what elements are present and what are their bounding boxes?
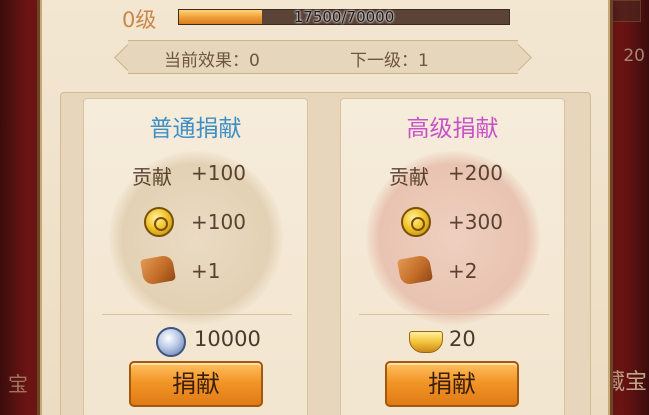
level-progress-bar: 17500/70000	[178, 8, 510, 26]
side-number-right: 20	[623, 46, 645, 66]
contribution-value: +100	[191, 161, 246, 185]
advanced-donation-card: 高级捐献 贡献 +200 +300 +2 20 捐献	[340, 98, 565, 415]
contribution-label: 贡献	[389, 165, 429, 189]
advanced-donate-button[interactable]: 捐献	[385, 361, 519, 407]
next-level-effect: 下一级：1	[350, 51, 429, 71]
gold-ingot-icon	[409, 331, 443, 353]
scroll-icon	[396, 254, 434, 286]
gold-coin-icon	[401, 207, 431, 237]
scroll-icon	[139, 254, 177, 286]
side-label-left: 宝	[8, 372, 28, 396]
contribution-value: +200	[448, 161, 503, 185]
gold-coin-icon	[144, 207, 174, 237]
effect-ribbon: 当前效果：0 下一级：1	[128, 40, 518, 74]
normal-donate-button[interactable]: 捐献	[129, 361, 263, 407]
silver-coin-icon	[156, 327, 186, 357]
side-tab-right[interactable]	[611, 0, 641, 22]
current-effect: 当前效果：0	[164, 51, 260, 71]
coin-reward-value: +100	[191, 210, 246, 234]
advanced-cost: 20	[449, 327, 476, 351]
contribution-label: 贡献	[132, 165, 172, 189]
scroll-reward-value: +1	[191, 259, 221, 283]
scroll-reward-value: +2	[448, 259, 478, 283]
divider	[359, 314, 549, 315]
normal-donation-card: 普通捐献 贡献 +100 +100 +1 10000 捐献	[83, 98, 308, 415]
coin-reward-value: +300	[448, 210, 503, 234]
advanced-donation-title: 高级捐献	[406, 116, 499, 142]
level-progress-text: 17500/70000	[293, 8, 395, 26]
level-label: 0级	[122, 8, 157, 32]
normal-cost: 10000	[194, 327, 261, 351]
divider	[102, 314, 292, 315]
normal-donation-title: 普通捐献	[149, 116, 242, 142]
